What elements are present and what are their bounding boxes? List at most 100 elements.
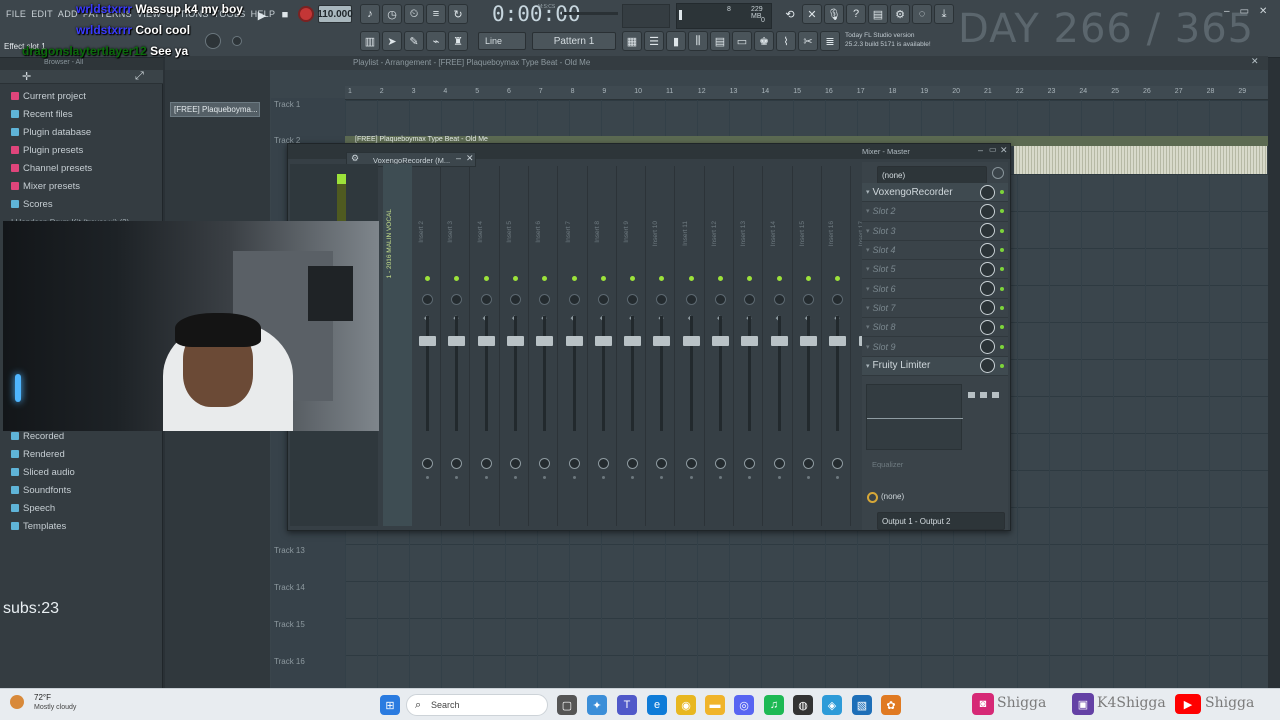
slot-enable-led[interactable] (1000, 325, 1004, 330)
pan-knob[interactable] (509, 294, 521, 305)
minimize-icon[interactable]: – (1224, 6, 1230, 17)
stop-icon[interactable]: ■ (275, 5, 295, 25)
touch-keyboard-icon[interactable]: ⌇ (776, 31, 796, 51)
route-dot[interactable] (572, 476, 576, 479)
metronome-icon[interactable]: ♪ (360, 4, 380, 24)
photos-icon[interactable]: ▧ (852, 695, 872, 715)
slot-mix-knob[interactable] (980, 261, 995, 277)
fader-track[interactable] (741, 316, 759, 431)
insert-enable-led[interactable] (630, 276, 636, 281)
track-label[interactable]: Track 14 (274, 583, 305, 592)
pan-knob[interactable] (832, 294, 844, 305)
pan-knob[interactable] (539, 294, 551, 305)
route-dot[interactable] (513, 476, 517, 479)
slot-enable-led[interactable] (1000, 344, 1004, 349)
insert-strip[interactable]: Insert 12◆ (707, 166, 734, 526)
effect-slot[interactable]: ▾ VoxengoRecorder (862, 183, 1008, 203)
route-knob[interactable] (656, 458, 668, 469)
route-dot[interactable] (689, 476, 693, 479)
effect-slot[interactable]: ▾ Slot 9 (862, 337, 1008, 357)
effect-slot[interactable]: ▾ Fruity Limiter (862, 356, 1008, 376)
insert-strip[interactable]: Insert 5◆ (502, 166, 529, 526)
wait-icon[interactable]: ◷ (382, 4, 402, 24)
insert-enable-led[interactable] (542, 276, 548, 281)
route-knob[interactable] (451, 458, 463, 469)
volume-fader[interactable] (653, 336, 671, 346)
effect-slot[interactable]: ▾ Slot 3 (862, 222, 1008, 241)
pan-knob[interactable] (715, 294, 726, 305)
task-view-icon[interactable]: ▢ (557, 695, 577, 715)
browser-item-scores[interactable]: Scores (0, 195, 163, 213)
snap-select[interactable]: Line (478, 32, 526, 50)
browser-item-current-project[interactable]: Current project (0, 87, 163, 105)
pan-knob[interactable] (802, 294, 814, 305)
slot-arrow-icon[interactable]: ▾ (866, 304, 870, 312)
pointer-icon[interactable]: ➤ (382, 31, 402, 51)
windows-start-icon[interactable]: ⊞ (380, 695, 400, 715)
route-knob[interactable] (802, 458, 814, 469)
insert-strip[interactable]: Insert 2◆ (414, 166, 441, 526)
volume-fader[interactable] (477, 336, 495, 346)
pan-knob[interactable] (773, 294, 785, 305)
pan-knob[interactable] (480, 294, 492, 305)
insert-enable-led[interactable] (776, 276, 782, 281)
record-button[interactable] (298, 6, 314, 22)
route-dot[interactable] (806, 476, 810, 479)
mixer-close-icon[interactable]: ✕ (1000, 145, 1008, 156)
insert-strip[interactable]: Insert 9◆ (619, 166, 647, 526)
fader-track[interactable] (419, 316, 436, 431)
insert-enable-led[interactable] (425, 276, 430, 281)
browser-collapse-icon[interactable]: ⤢ (135, 70, 144, 83)
master-volume-slider[interactable] (562, 12, 618, 15)
news-body[interactable]: 25.2.3 build 5171 is available! (845, 40, 950, 49)
route-knob[interactable] (568, 458, 580, 469)
draw-icon[interactable]: ✎ (404, 31, 424, 51)
slot-mix-knob[interactable] (980, 203, 995, 219)
fader-track[interactable] (536, 316, 554, 431)
eq-fader[interactable] (980, 392, 987, 398)
spotify-icon[interactable]: ♫ (764, 695, 784, 715)
browser-item-soundfonts[interactable]: Soundfonts (0, 481, 163, 499)
teams-icon[interactable]: T (617, 695, 637, 715)
slot-mix-knob[interactable] (980, 242, 995, 258)
insert-strip[interactable]: Insert 11◆ (678, 166, 705, 526)
mixer-maximize-icon[interactable]: ▭ (989, 145, 997, 154)
route-dot[interactable] (777, 476, 781, 479)
fader-track[interactable] (829, 316, 847, 431)
insert-enable-led[interactable] (747, 276, 753, 281)
recording-icon[interactable]: ♚ (754, 31, 774, 51)
slot-mix-knob[interactable] (980, 223, 995, 239)
insert-1-strip[interactable]: 1 - 2016 MALIN VOCAL (383, 164, 412, 526)
timeline-ruler[interactable]: 1 2 3 4 5 6 7 8 9 10 11 12 13 14 15 16 17 18 19 20 21 22 23 24 2… (345, 86, 1268, 100)
edge-icon[interactable]: e (647, 695, 667, 715)
paint-icon[interactable]: ⌁ (426, 31, 446, 51)
mixer-minimize-icon[interactable]: – (978, 145, 983, 155)
route-dot[interactable] (543, 476, 547, 479)
piano-icon[interactable]: ▮ (666, 31, 686, 51)
volume-fader[interactable] (799, 336, 817, 346)
insert-enable-led[interactable] (600, 276, 606, 281)
browser-item-channel-presets[interactable]: Channel presets (0, 159, 163, 177)
slot-arrow-icon[interactable]: ▾ (866, 207, 870, 215)
insert-strip[interactable]: Insert 10◆ (648, 166, 676, 526)
route-dot[interactable] (836, 476, 840, 479)
slot-arrow-icon[interactable]: ▾ (866, 265, 870, 273)
pan-knob[interactable] (422, 294, 433, 305)
fader-track[interactable] (770, 316, 788, 431)
app-icon[interactable]: ◈ (822, 695, 842, 715)
plugin-minimize-icon[interactable]: – (456, 153, 461, 163)
slot-enable-led[interactable] (1000, 228, 1004, 233)
fader-track[interactable] (565, 316, 583, 431)
track-label[interactable]: Track 13 (274, 546, 305, 555)
slot-arrow-icon[interactable]: ▾ (866, 343, 870, 351)
fader-track[interactable] (653, 316, 671, 431)
file-explorer-icon[interactable]: ▬ (705, 695, 725, 715)
slot-mix-knob[interactable] (980, 319, 995, 335)
eq-fader[interactable] (992, 392, 999, 398)
browser-item-mixer-presets[interactable]: Mixer presets (0, 177, 163, 195)
route-knob[interactable] (509, 458, 521, 469)
maximize-icon[interactable]: ▭ (1240, 6, 1249, 17)
effect-slot[interactable]: ▾ Slot 4 (862, 241, 1008, 261)
microphone-icon[interactable]: 🎙 (824, 4, 844, 24)
pattern-selector[interactable]: Pattern 1 (532, 32, 616, 50)
